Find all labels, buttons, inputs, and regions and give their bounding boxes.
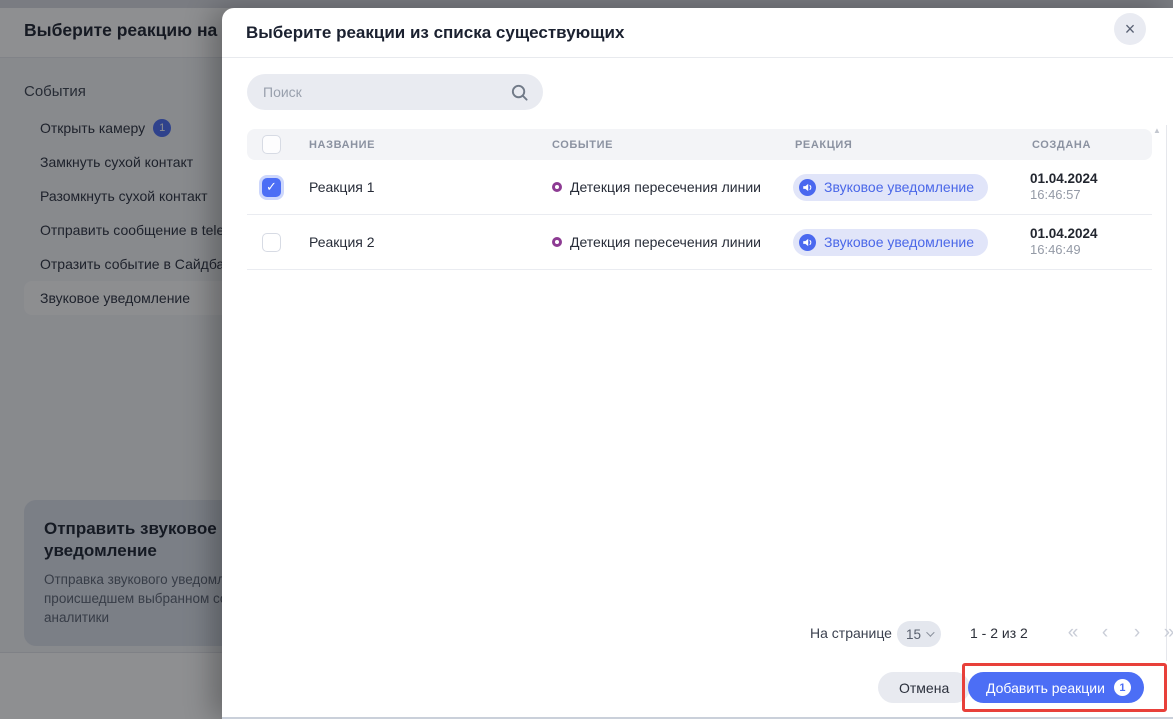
- modal-title: Выберите реакции из списка существующих: [246, 23, 624, 43]
- chevron-down-icon: [926, 628, 934, 636]
- first-page-button[interactable]: «: [1062, 620, 1084, 646]
- selected-count-badge: 1: [1114, 679, 1131, 696]
- per-page-select[interactable]: 15: [897, 621, 941, 647]
- event-name: Детекция пересечения линии: [570, 234, 761, 250]
- event-type-icon: [552, 182, 562, 192]
- row-checkbox[interactable]: [262, 233, 281, 252]
- reaction-badge: Звуковое уведомление: [793, 174, 988, 201]
- row-checkbox[interactable]: [262, 178, 281, 197]
- cancel-button[interactable]: Отмена: [878, 672, 970, 703]
- last-page-button[interactable]: »: [1158, 620, 1173, 646]
- event-name: Детекция пересечения линии: [570, 179, 761, 195]
- created-time: 16:46:49: [1030, 242, 1081, 258]
- search-input[interactable]: [263, 84, 510, 100]
- table-row[interactable]: Реакция 2 Детекция пересечения линии Зву…: [247, 215, 1152, 270]
- reaction-name: Реакция 2: [309, 215, 375, 269]
- next-page-button[interactable]: ›: [1126, 620, 1148, 646]
- speaker-icon: [799, 179, 816, 196]
- column-header-name: НАЗВАНИЕ: [309, 129, 375, 160]
- created-time: 16:46:57: [1030, 187, 1081, 203]
- created-date: 01.04.2024: [1030, 226, 1098, 242]
- select-reactions-modal: Выберите реакции из списка существующих …: [222, 8, 1173, 719]
- created-cell: 01.04.2024 16:46:49: [1030, 215, 1098, 269]
- search-icon: [510, 83, 529, 102]
- column-header-reaction: РЕАКЦИЯ: [795, 129, 852, 160]
- table-header-row: НАЗВАНИЕ СОБЫТИЕ РЕАКЦИЯ СОЗДАНА: [247, 129, 1152, 160]
- pagination-range-label: 1 - 2 из 2: [970, 625, 1028, 641]
- reaction-badge: Звуковое уведомление: [793, 229, 988, 256]
- reaction-name: Реакция 1: [309, 160, 375, 214]
- scrollbar-track[interactable]: [1166, 125, 1167, 661]
- close-button[interactable]: ×: [1114, 13, 1146, 45]
- pagination-bar: На странице 15 1 - 2 из 2 « ‹ › »: [222, 620, 1166, 648]
- reaction-badge-label: Звуковое уведомление: [824, 234, 974, 250]
- table-row[interactable]: Реакция 1 Детекция пересечения линии Зву…: [247, 160, 1152, 215]
- select-all-checkbox[interactable]: [262, 135, 281, 154]
- reaction-badge-label: Звуковое уведомление: [824, 179, 974, 195]
- per-page-label: На странице: [810, 625, 892, 641]
- created-cell: 01.04.2024 16:46:57: [1030, 160, 1098, 214]
- scrollbar-up-icon[interactable]: ▲: [1153, 126, 1161, 135]
- column-header-created: СОЗДАНА: [1032, 129, 1091, 160]
- created-date: 01.04.2024: [1030, 171, 1098, 187]
- divider: [222, 57, 1173, 58]
- column-header-event: СОБЫТИЕ: [552, 129, 613, 160]
- search-field[interactable]: [247, 74, 543, 110]
- prev-page-button[interactable]: ‹: [1094, 620, 1116, 646]
- close-icon: ×: [1125, 19, 1136, 40]
- add-reactions-button[interactable]: Добавить реакции 1: [968, 672, 1144, 703]
- event-type-icon: [552, 237, 562, 247]
- speaker-icon: [799, 234, 816, 251]
